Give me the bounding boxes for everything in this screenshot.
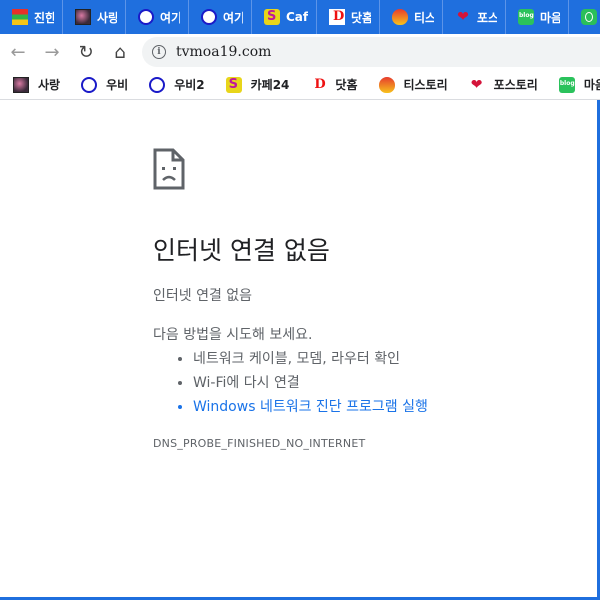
bookmark-label: 사랑 [38,78,61,92]
rainbow-favicon-icon [12,9,28,25]
home-icon: ⌂ [114,41,126,63]
s-favicon-icon [264,9,280,25]
error-code: DNS_PROBE_FINISHED_NO_INTERNET [153,437,366,450]
tab-label: 티스 [414,10,434,25]
bookmark-label: 티스토리 [403,78,448,92]
error-suggestions-heading: 다음 방법을 시도해 보세요. [153,327,313,343]
bookmark-item[interactable]: 닷홈 [297,76,365,93]
bookmark-item[interactable]: 티스토리 [366,76,456,93]
bookmark-label: 닷홈 [335,78,358,92]
tab[interactable]: 마음 [506,0,569,34]
reload-icon: ↻ [78,41,94,63]
bookmark-item[interactable]: 카페24 [213,76,298,93]
bookmarks-bar: 사랑 우비 우비2 카페24 닷홈 티스토리 ❤ 포스토리 마음으로 [0,70,600,100]
suggestion-item: 네트워크 케이블, 모뎀, 라우터 확인 [193,347,593,371]
tab[interactable]: 진한 [0,0,63,34]
back-arrow-icon: ← [10,41,26,63]
tab-label: 마음 [540,10,560,25]
blog-favicon-icon [518,9,534,25]
bookmark-label: 우비 [106,78,129,92]
tab[interactable]: 닷홈 [317,0,380,34]
tab[interactable]: 사랑 [63,0,126,34]
blog-favicon-icon [558,76,575,93]
d-favicon-icon [310,76,327,93]
blue-ring-favicon-icon [149,76,166,93]
error-page: 인터넷 연결 없음 인터넷 연결 없음 다음 방법을 시도해 보세요. 네트워크… [153,148,593,450]
tab[interactable]: Caf [252,0,317,34]
tab-label: 여기 [223,10,243,25]
blue-ring-favicon-icon [81,76,98,93]
bookmark-item[interactable]: ❤ 포스토리 [456,76,546,93]
tab-label: 진한 [34,10,54,25]
address-bar[interactable]: i tvmoa19.com [142,37,600,67]
info-icon[interactable]: i [152,45,166,59]
leaf-favicon-icon [581,9,597,25]
blue-ring-favicon-icon [201,9,217,25]
bookmark-label: 포스토리 [493,78,538,92]
tab[interactable]: ❤ 포스 [443,0,506,34]
s-favicon-icon [225,76,242,93]
d-favicon-icon [329,9,345,25]
reload-button[interactable]: ↻ [70,36,102,68]
blue-ring-favicon-icon [138,9,154,25]
tab-label: 닷홈 [351,10,371,25]
url-text: tvmoa19.com [176,44,272,60]
bookmark-item[interactable]: 우비2 [136,76,212,93]
tab[interactable]: 여기 [126,0,189,34]
sad-page-icon [153,148,185,190]
tab[interactable]: 티스 [380,0,443,34]
heart-favicon-icon [392,9,408,25]
browser-toolbar: ← → ↻ ⌂ i tvmoa19.com [0,34,600,70]
suggestion-item: Wi-Fi에 다시 연결 [193,371,593,395]
tab-label: Caf [286,10,308,24]
red-heart-favicon-icon: ❤ [470,76,483,93]
red-heart-favicon-icon: ❤ [457,9,469,25]
bookmark-item[interactable]: 마음으로 [546,76,600,93]
tab-label: 사랑 [97,10,117,25]
bookmark-label: 카페24 [250,78,290,92]
tab[interactable]: 밴드 [569,0,600,34]
home-button[interactable]: ⌂ [104,36,136,68]
error-title: 인터넷 연결 없음 [153,236,330,265]
forward-button[interactable]: → [36,36,68,68]
network-diagnostics-link[interactable]: Windows 네트워크 진단 프로그램 실행 [193,395,593,419]
error-subtitle: 인터넷 연결 없음 [153,288,253,304]
bookmark-label: 마음으로 [583,78,600,92]
tab[interactable]: 여기 [189,0,252,34]
tab-strip: 진한 사랑 여기 여기 Caf 닷홈 티스 ❤ 포스 마음 밴드 [0,0,600,34]
bookmark-item[interactable]: 사랑 [0,76,68,93]
forward-arrow-icon: → [44,41,60,63]
photo-favicon-icon [75,9,91,25]
photo-favicon-icon [13,76,29,93]
error-suggestions-list: 네트워크 케이블, 모뎀, 라우터 확인 Wi-Fi에 다시 연결 Window… [153,347,593,419]
bookmark-item[interactable]: 우비 [68,76,136,93]
bookmark-label: 우비2 [174,78,205,92]
heart-favicon-icon [378,76,395,93]
tab-label: 포스 [477,10,497,25]
back-button[interactable]: ← [2,36,34,68]
tab-label: 여기 [160,10,180,25]
